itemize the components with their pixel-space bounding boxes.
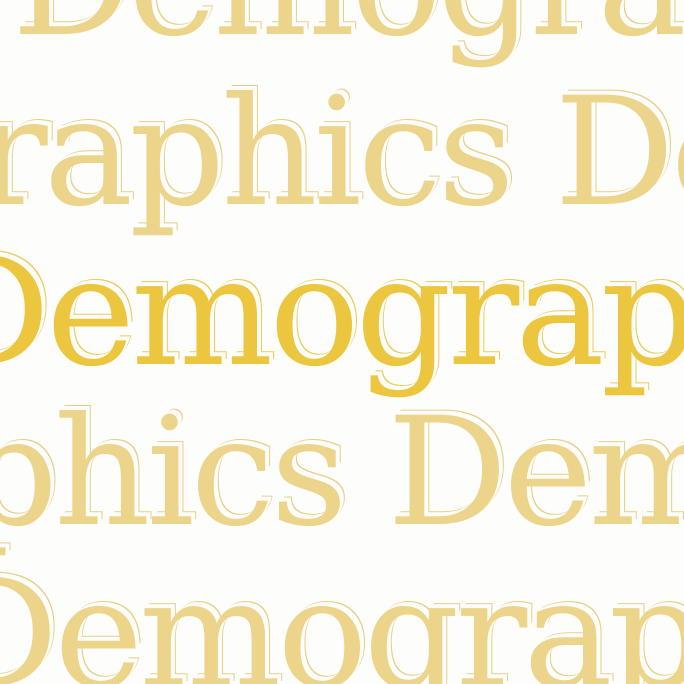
pattern-row-3: Demographics Demographics xyxy=(0,226,684,400)
pattern-row-1: Demographics Demographics xyxy=(12,0,684,58)
pattern-row-2: raphics Demographics xyxy=(0,66,684,240)
pattern-row-4: phics Demographics xyxy=(0,386,684,560)
repeating-text-pattern: Demographics Demographics raphics Demogr… xyxy=(0,0,684,684)
pattern-row-5: Demographics Demographics xyxy=(0,548,684,684)
